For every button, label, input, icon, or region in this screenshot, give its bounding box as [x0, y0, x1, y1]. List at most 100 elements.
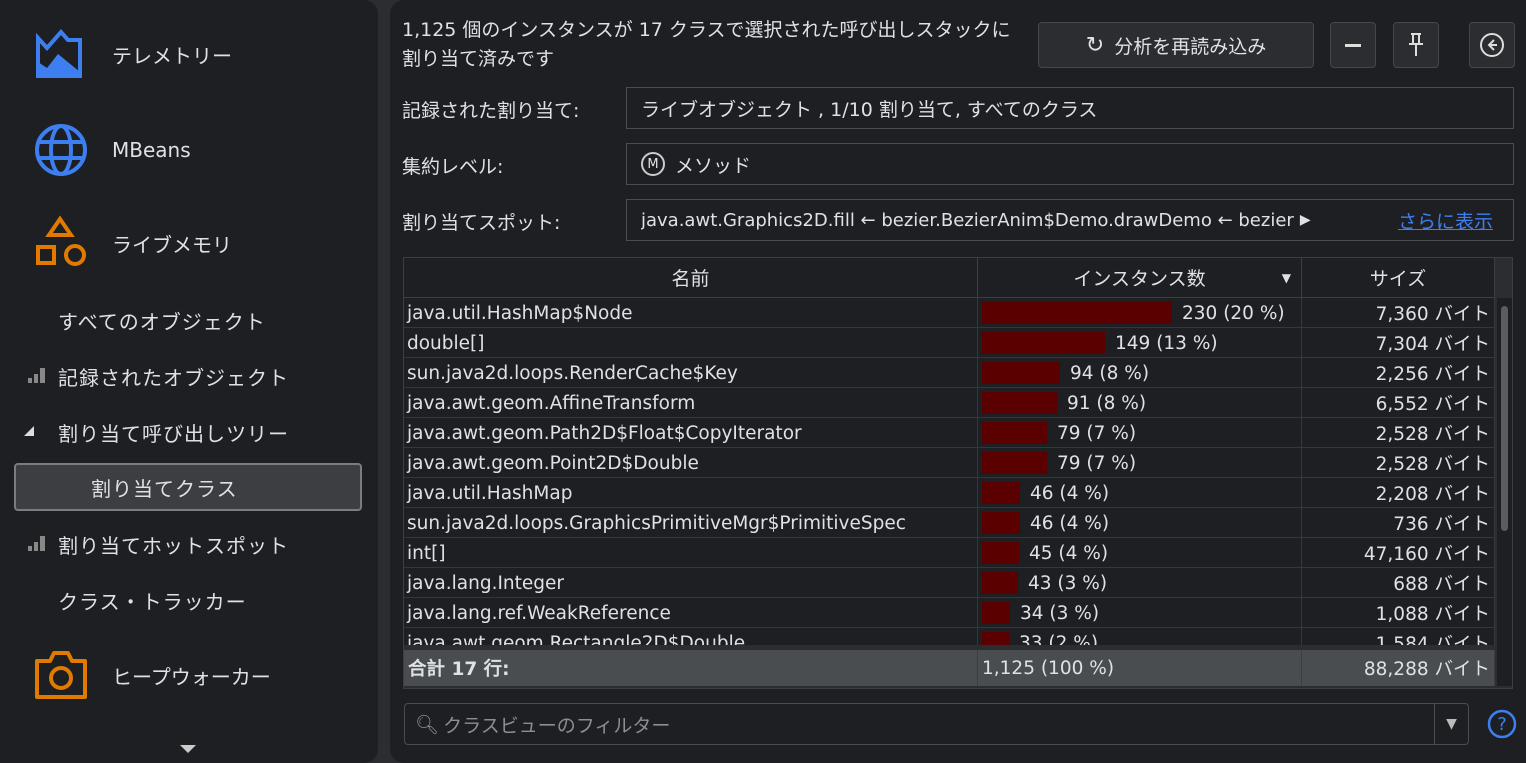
allocation-spot-field: java.awt.Graphics2D.fill ← bezier.Bezier…	[626, 199, 1514, 241]
minus-icon	[1345, 43, 1361, 47]
class-name: java.awt.geom.AffineTransform	[404, 388, 978, 418]
instance-count: 91 (8 %)	[1067, 392, 1147, 414]
globe-icon	[35, 124, 87, 176]
instance-count: 79 (7 %)	[1057, 452, 1137, 474]
class-name: double[]	[404, 328, 978, 358]
size: 2,528 バイト	[1302, 418, 1495, 448]
class-name: java.util.HashMap$Node	[404, 298, 978, 328]
instance-bar	[982, 632, 1009, 645]
nav-allocated-classes[interactable]: 割り当てクラス	[14, 463, 362, 511]
instance-count-cell: 79 (7 %)	[978, 448, 1302, 478]
table-row[interactable]: double[] 149 (13 %) 7,304 バイト	[404, 328, 1495, 358]
class-name: sun.java2d.loops.RenderCache$Key	[404, 358, 978, 388]
table-row[interactable]: java.util.HashMap 46 (4 %) 2,208 バイト	[404, 478, 1495, 508]
nav-live-memory[interactable]: ライブメモリ	[34, 215, 232, 271]
instance-bar	[982, 392, 1057, 414]
instance-count: 230 (20 %)	[1182, 302, 1285, 324]
footer-total-count: 1,125 (100 %)	[978, 650, 1302, 686]
help-icon[interactable]: ?	[1487, 709, 1517, 739]
minimize-button[interactable]	[1330, 22, 1376, 68]
nav-allocation-hotspots[interactable]: 割り当てホットスポット	[58, 530, 289, 559]
scroll-down-icon[interactable]	[180, 745, 196, 755]
nav-class-tracker[interactable]: クラス・トラッカー	[58, 586, 247, 615]
search-icon: 🔍︎	[415, 713, 440, 736]
instance-bar	[982, 572, 1018, 594]
table-footer: 合計 17 行: 1,125 (100 %) 88,288 バイト	[404, 650, 1495, 686]
nav-allocation-call-tree[interactable]: 割り当て呼び出しツリー	[58, 418, 289, 447]
column-header-instances[interactable]: インスタンス数 ▼	[978, 258, 1302, 298]
refresh-icon: ↻	[1085, 32, 1105, 58]
filter-dropdown-button[interactable]: ▼	[1434, 704, 1468, 744]
table-row[interactable]: int[] 45 (4 %) 47,160 バイト	[404, 538, 1495, 568]
instance-count-cell: 33 (2 %)	[978, 628, 1302, 645]
size: 2,528 バイト	[1302, 448, 1495, 478]
class-filter-input[interactable]: 🔍︎ クラスビューのフィルター ▼	[404, 703, 1469, 745]
table-row[interactable]: java.lang.ref.WeakReference 34 (3 %) 1,0…	[404, 598, 1495, 628]
size: 1,584 バイト	[1302, 628, 1495, 645]
nav-heap-walker-label: ヒープウォーカー	[112, 664, 271, 689]
signal-bars-icon	[28, 368, 45, 383]
sort-desc-icon: ▼	[1281, 270, 1291, 285]
expand-triangle-icon[interactable]	[22, 424, 36, 438]
allocation-spot-value: java.awt.Graphics2D.fill ← bezier.Bezier…	[641, 209, 1294, 231]
size: 736 バイト	[1302, 508, 1495, 538]
telemetry-icon	[36, 28, 82, 78]
nav-all-objects[interactable]: すべてのオブジェクト	[58, 306, 266, 335]
class-name: sun.java2d.loops.GraphicsPrimitiveMgr$Pr…	[404, 508, 978, 538]
class-name: java.lang.ref.WeakReference	[404, 598, 978, 628]
size: 7,304 バイト	[1302, 328, 1495, 358]
instance-bar	[982, 482, 1020, 504]
svg-text:?: ?	[1497, 714, 1507, 735]
table-scrollbar[interactable]	[1497, 298, 1512, 686]
instance-bar	[982, 422, 1047, 444]
table-row[interactable]: sun.java2d.loops.RenderCache$Key 94 (8 %…	[404, 358, 1495, 388]
size: 7,360 バイト	[1302, 298, 1495, 328]
nav-heap-walker[interactable]: ヒープウォーカー	[34, 647, 271, 703]
show-more-link[interactable]: さらに表示	[1398, 207, 1493, 234]
summary-text: 1,125 個のインスタンスが 17 クラスで選択された呼び出しスタックに割り当…	[402, 19, 1011, 70]
instance-count-cell: 45 (4 %)	[978, 538, 1302, 568]
instance-count: 34 (3 %)	[1020, 602, 1100, 624]
nav-telemetry[interactable]: テレメトリー	[34, 26, 232, 82]
instance-count-cell: 149 (13 %)	[978, 328, 1302, 358]
class-name: java.lang.Integer	[404, 568, 978, 598]
signal-bars-icon	[28, 536, 45, 551]
table-row[interactable]: java.lang.Integer 43 (3 %) 688 バイト	[404, 568, 1495, 598]
nav-mbeans[interactable]: MBeans	[34, 122, 191, 178]
instance-bar	[982, 542, 1019, 564]
table-row[interactable]: java.util.HashMap$Node 230 (20 %) 7,360 …	[404, 298, 1495, 328]
class-name: int[]	[404, 538, 978, 568]
back-button[interactable]	[1469, 22, 1515, 68]
aggregation-level-field[interactable]: M メソッド	[626, 143, 1514, 185]
pin-icon	[1409, 33, 1423, 56]
reload-analysis-button[interactable]: ↻ 分析を再読み込み	[1038, 22, 1314, 68]
table-row[interactable]: java.awt.geom.AffineTransform 91 (8 %) 6…	[404, 388, 1495, 418]
more-arrow-icon: ▶	[1299, 212, 1311, 228]
instance-count-cell: 46 (4 %)	[978, 508, 1302, 538]
table-row[interactable]: java.awt.geom.Point2D$Double 79 (7 %) 2,…	[404, 448, 1495, 478]
instance-count: 33 (2 %)	[1019, 632, 1099, 646]
column-header-name[interactable]: 名前	[404, 258, 978, 298]
instance-count-cell: 230 (20 %)	[978, 298, 1302, 328]
instance-count: 43 (3 %)	[1028, 572, 1108, 594]
recorded-allocations-field[interactable]: ライブオブジェクト , 1/10 割り当て, すべてのクラス	[626, 87, 1514, 129]
nav-live-memory-label: ライブメモリ	[112, 232, 232, 257]
pin-button[interactable]	[1393, 22, 1439, 68]
instance-count-cell: 79 (7 %)	[978, 418, 1302, 448]
instance-bar	[982, 512, 1020, 534]
class-name: java.awt.geom.Point2D$Double	[404, 448, 978, 478]
table-row[interactable]: java.awt.geom.Path2D$Float$CopyIterator …	[404, 418, 1495, 448]
table-row[interactable]: java.awt.geom.Rectangle2D$Double 33 (2 %…	[404, 628, 1495, 645]
nav-recorded-objects[interactable]: 記録されたオブジェクト	[58, 362, 289, 391]
instance-count-cell: 94 (8 %)	[978, 358, 1302, 388]
instance-count: 149 (13 %)	[1115, 332, 1218, 354]
aggregation-level-value: メソッド	[675, 154, 752, 177]
table-row[interactable]: sun.java2d.loops.GraphicsPrimitiveMgr$Pr…	[404, 508, 1495, 538]
instance-count-cell: 34 (3 %)	[978, 598, 1302, 628]
instance-bar	[982, 362, 1060, 384]
size: 688 バイト	[1302, 568, 1495, 598]
instance-count-cell: 91 (8 %)	[978, 388, 1302, 418]
instance-bar	[982, 332, 1105, 354]
scrollbar-thumb[interactable]	[1501, 306, 1508, 531]
column-header-size[interactable]: サイズ	[1302, 258, 1495, 298]
